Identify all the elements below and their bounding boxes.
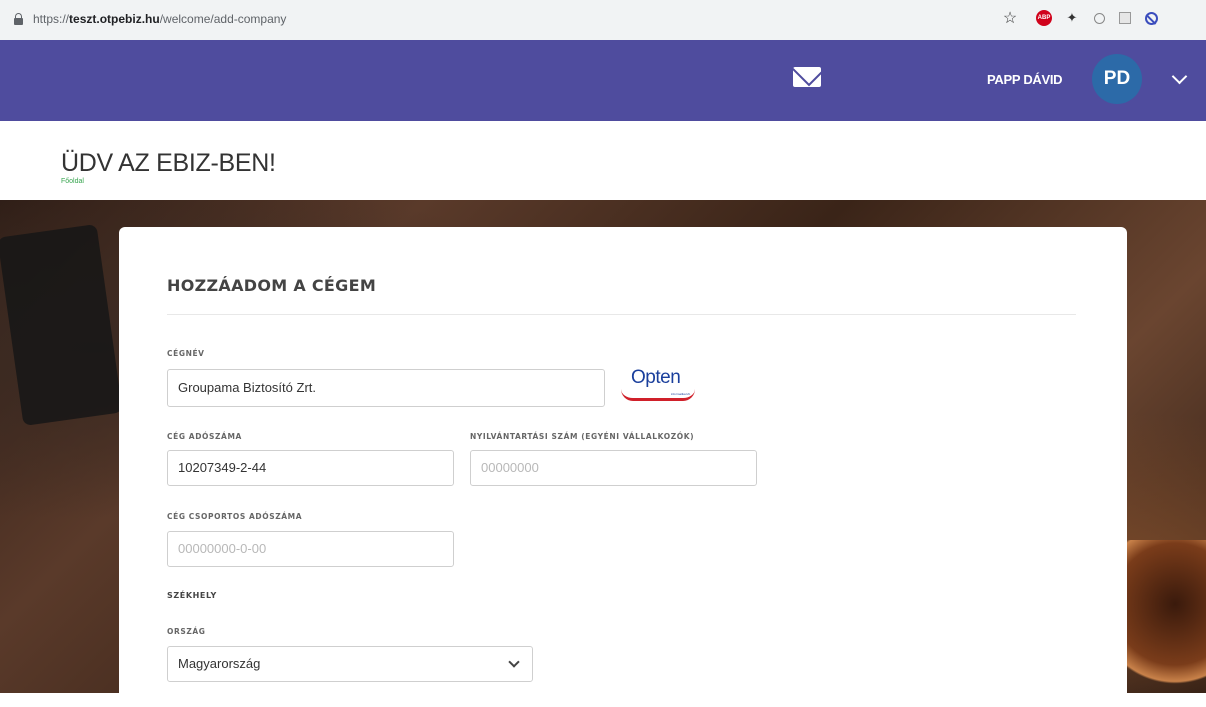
registration-number-label: NYILVÁNTARTÁSI SZÁM (EGYÉNI VÁLLALKOZÓK) [470, 432, 695, 441]
registration-number-input[interactable]: 00000000 [470, 450, 757, 486]
adblock-plus-icon[interactable]: ABP [1036, 10, 1052, 26]
add-company-card: HOZZÁADOM A CÉGEM CÉGNÉV Groupama Biztos… [119, 227, 1127, 707]
bookmark-star-icon[interactable]: ☆ [1002, 10, 1018, 27]
extension-square-icon[interactable] [1117, 10, 1133, 26]
block-icon[interactable] [1143, 10, 1159, 26]
opten-logo-subtext: informatika kft. [671, 392, 691, 396]
mail-icon[interactable] [793, 67, 821, 87]
opten-logo-text: Opten [631, 367, 681, 388]
extension-circle-icon[interactable] [1091, 10, 1107, 26]
avatar[interactable]: PD [1092, 54, 1142, 104]
group-tax-number-input[interactable]: 00000000-0-00 [167, 531, 454, 567]
lock-icon[interactable] [14, 13, 23, 25]
form-title: HOZZÁADOM A CÉGEM [167, 276, 377, 295]
divider [167, 314, 1076, 315]
coffee-cup-shape [1120, 540, 1206, 700]
app-header: PAPP DÁVID PD [0, 40, 1206, 121]
address-bar[interactable]: https://teszt.otpebiz.hu/welcome/add-com… [0, 6, 1206, 34]
page-title: ÜDV AZ EBIZ-BEN! [61, 149, 276, 177]
country-label: ORSZÁG [167, 627, 206, 636]
opten-logo[interactable]: Opten informatika kft. [619, 365, 699, 405]
chevron-down-icon[interactable] [1171, 70, 1189, 88]
extension-people-icon[interactable]: ✦ [1064, 10, 1080, 26]
group-tax-number-label: CÉG CSOPORTOS ADÓSZÁMA [167, 512, 303, 521]
company-name-label: CÉGNÉV [167, 349, 205, 358]
country-select[interactable]: Magyarország [167, 646, 533, 682]
tax-number-label: CÉG ADÓSZÁMA [167, 432, 242, 441]
url-text[interactable]: https://teszt.otpebiz.hu/welcome/add-com… [33, 12, 286, 26]
browser-toolbar: https://teszt.otpebiz.hu/welcome/add-com… [0, 0, 1206, 40]
tablet-shape [0, 223, 123, 427]
chevron-down-icon [508, 656, 520, 668]
breadcrumb[interactable]: Főoldal [61, 178, 84, 185]
tax-number-input[interactable]: 10207349-2-44 [167, 450, 454, 486]
seat-section-heading: SZÉKHELY [167, 591, 217, 600]
user-name[interactable]: PAPP DÁVID [987, 72, 1063, 87]
country-select-value: Magyarország [178, 656, 261, 671]
company-name-input[interactable]: Groupama Biztosító Zrt. [167, 369, 605, 407]
